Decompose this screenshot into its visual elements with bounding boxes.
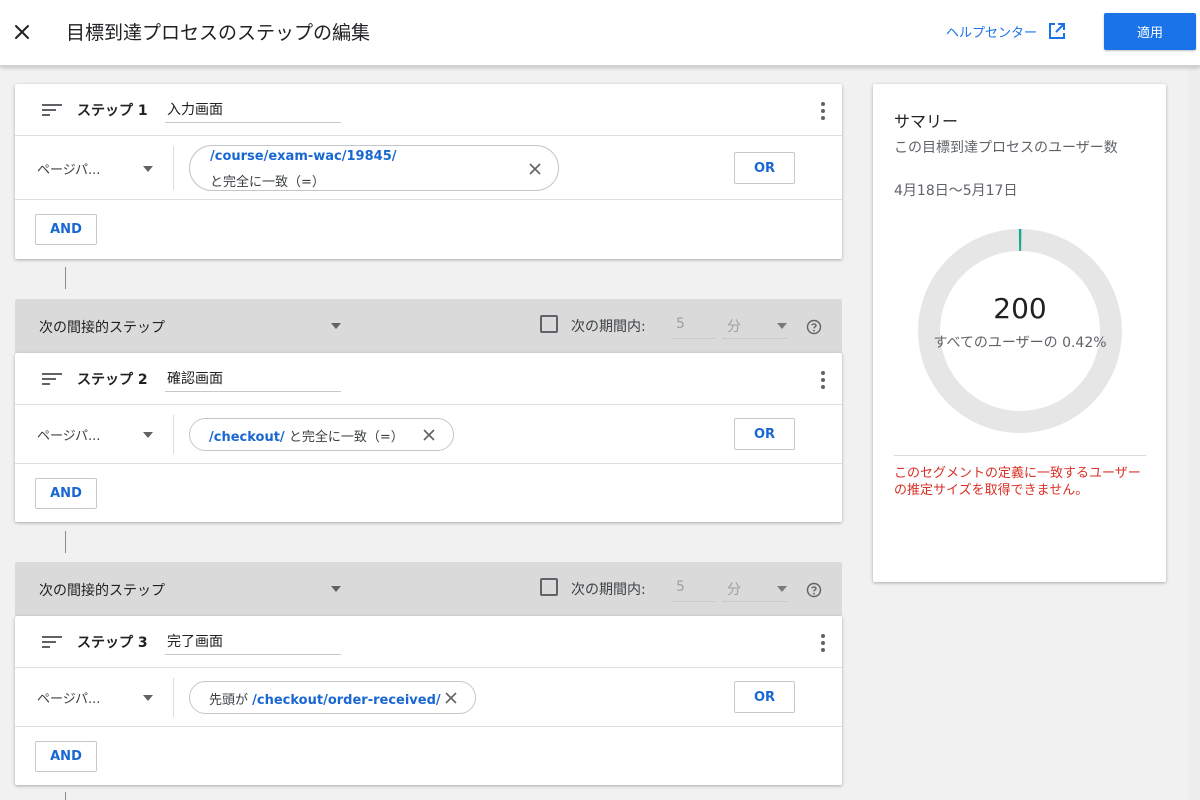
or-button[interactable]: OR [734, 681, 795, 713]
divider [173, 146, 174, 190]
more-vert-icon[interactable] [813, 100, 833, 122]
dimension-select[interactable]: ページパ... [37, 159, 100, 178]
summary-title: サマリー [894, 112, 959, 131]
dropdown-arrow-icon[interactable] [777, 586, 787, 592]
top-bar: 目標到達プロセスのステップの編集 ヘルプセンター 適用 [0, 0, 1200, 66]
period-checkbox[interactable] [540, 578, 558, 596]
step-relation-bar: 次の間接的ステップ 次の期間内: 5 分 [15, 299, 842, 355]
step-name-input[interactable] [165, 627, 341, 655]
step-relation-bar: 次の間接的ステップ 次の期間内: 5 分 [15, 562, 842, 618]
dropdown-arrow-icon[interactable] [331, 323, 341, 329]
step-label: ステップ 2 [77, 372, 148, 388]
step-relation-select[interactable]: 次の間接的ステップ [39, 317, 165, 337]
step-header: ステップ 3 [15, 616, 842, 668]
step-header: ステップ 1 [15, 84, 842, 136]
step-name-input[interactable] [165, 364, 341, 392]
help-icon[interactable] [806, 319, 822, 335]
dimension-select[interactable]: ページパ... [37, 425, 100, 444]
clear-icon[interactable] [529, 163, 541, 175]
clear-icon[interactable] [423, 429, 435, 441]
and-button[interactable]: AND [35, 478, 97, 509]
condition-prefix: 先頭が [209, 693, 249, 708]
user-count: 200 [993, 292, 1047, 325]
step-label: ステップ 1 [77, 103, 148, 119]
apply-button[interactable]: 適用 [1104, 13, 1196, 50]
condition-value: /checkout/order-received/ [252, 693, 441, 708]
step-header: ステップ 2 [15, 353, 842, 405]
step-card-2: ステップ 2 ページパ... /checkout/ と完全に一致（=） OR A… [15, 353, 842, 522]
and-button[interactable]: AND [35, 214, 97, 245]
drag-handle-icon[interactable] [42, 635, 62, 649]
scrollbar[interactable] [1188, 66, 1200, 800]
more-vert-icon[interactable] [813, 369, 833, 391]
close-icon [15, 25, 29, 39]
step-relation-select[interactable]: 次の間接的ステップ [39, 580, 165, 600]
help-icon[interactable] [806, 582, 822, 598]
summary-description: この目標到達プロセスのユーザー数 [894, 140, 1118, 156]
period-value-input[interactable]: 5 [673, 315, 715, 339]
condition-value: /course/exam-wac/19845/ [210, 149, 397, 164]
drag-handle-icon[interactable] [42, 103, 62, 117]
period-label: 次の期間内: [571, 319, 646, 335]
step-name-input[interactable] [165, 95, 341, 123]
donut-track [918, 229, 1122, 433]
help-center-link[interactable]: ヘルプセンター [946, 21, 1067, 41]
divider [894, 455, 1146, 456]
step-connector [65, 267, 66, 289]
or-button[interactable]: OR [734, 418, 795, 450]
condition-text: /checkout/ と完全に一致（=） [209, 426, 404, 445]
clear-icon[interactable] [445, 692, 457, 704]
condition-row: ページパ... /checkout/ と完全に一致（=） OR [15, 405, 842, 464]
condition-match: と完全に一致（=） [288, 430, 404, 445]
user-percent: すべてのユーザーの 0.42% [933, 335, 1107, 351]
page-title: 目標到達プロセスのステップの編集 [66, 22, 371, 44]
dropdown-arrow-icon[interactable] [143, 166, 153, 172]
and-button[interactable]: AND [35, 741, 97, 772]
period-value-input[interactable]: 5 [673, 578, 715, 602]
condition-row: ページパ... /course/exam-wac/19845/ と完全に一致（=… [15, 136, 842, 200]
condition-chip[interactable]: 先頭が /checkout/order-received/ [189, 681, 476, 714]
drag-handle-icon[interactable] [42, 372, 62, 386]
condition-chip[interactable]: /checkout/ と完全に一致（=） [189, 418, 454, 451]
condition-chip[interactable]: /course/exam-wac/19845/ と完全に一致（=） [189, 145, 559, 191]
and-row: AND [15, 200, 842, 258]
dropdown-arrow-icon[interactable] [331, 586, 341, 592]
open-in-new-icon [1049, 23, 1066, 39]
period-label: 次の期間内: [571, 582, 646, 598]
and-row: AND [15, 727, 842, 785]
dropdown-arrow-icon[interactable] [143, 432, 153, 438]
close-button[interactable] [8, 16, 36, 48]
summary-panel: サマリー この目標到達プロセスのユーザー数 4月18日〜5月17日 200 すべ… [873, 84, 1166, 582]
step-label: ステップ 3 [77, 635, 148, 651]
period-checkbox[interactable] [540, 315, 558, 333]
condition-text: 先頭が /checkout/order-received/ [209, 689, 441, 708]
more-vert-icon[interactable] [813, 632, 833, 654]
step-connector [65, 792, 66, 800]
summary-date-range: 4月18日〜5月17日 [894, 183, 1018, 199]
users-donut-chart [918, 229, 1122, 433]
dropdown-arrow-icon[interactable] [777, 323, 787, 329]
step-card-3: ステップ 3 ページパ... 先頭が /checkout/order-recei… [15, 616, 842, 785]
step-card-1: ステップ 1 ページパ... /course/exam-wac/19845/ と… [15, 84, 842, 259]
dropdown-arrow-icon[interactable] [143, 695, 153, 701]
condition-row: ページパ... 先頭が /checkout/order-received/ OR [15, 668, 842, 727]
step-connector [65, 531, 66, 553]
divider [173, 415, 174, 454]
and-row: AND [15, 464, 842, 522]
condition-value: /checkout/ [209, 430, 285, 445]
error-message: このセグメントの定義に一致するユーザーの推定サイズを取得できません。 [894, 466, 1141, 498]
dimension-select[interactable]: ページパ... [37, 688, 100, 707]
condition-match: と完全に一致（=） [210, 175, 325, 190]
or-button[interactable]: OR [734, 152, 795, 184]
help-center-label: ヘルプセンター [946, 25, 1038, 41]
divider [173, 678, 174, 717]
